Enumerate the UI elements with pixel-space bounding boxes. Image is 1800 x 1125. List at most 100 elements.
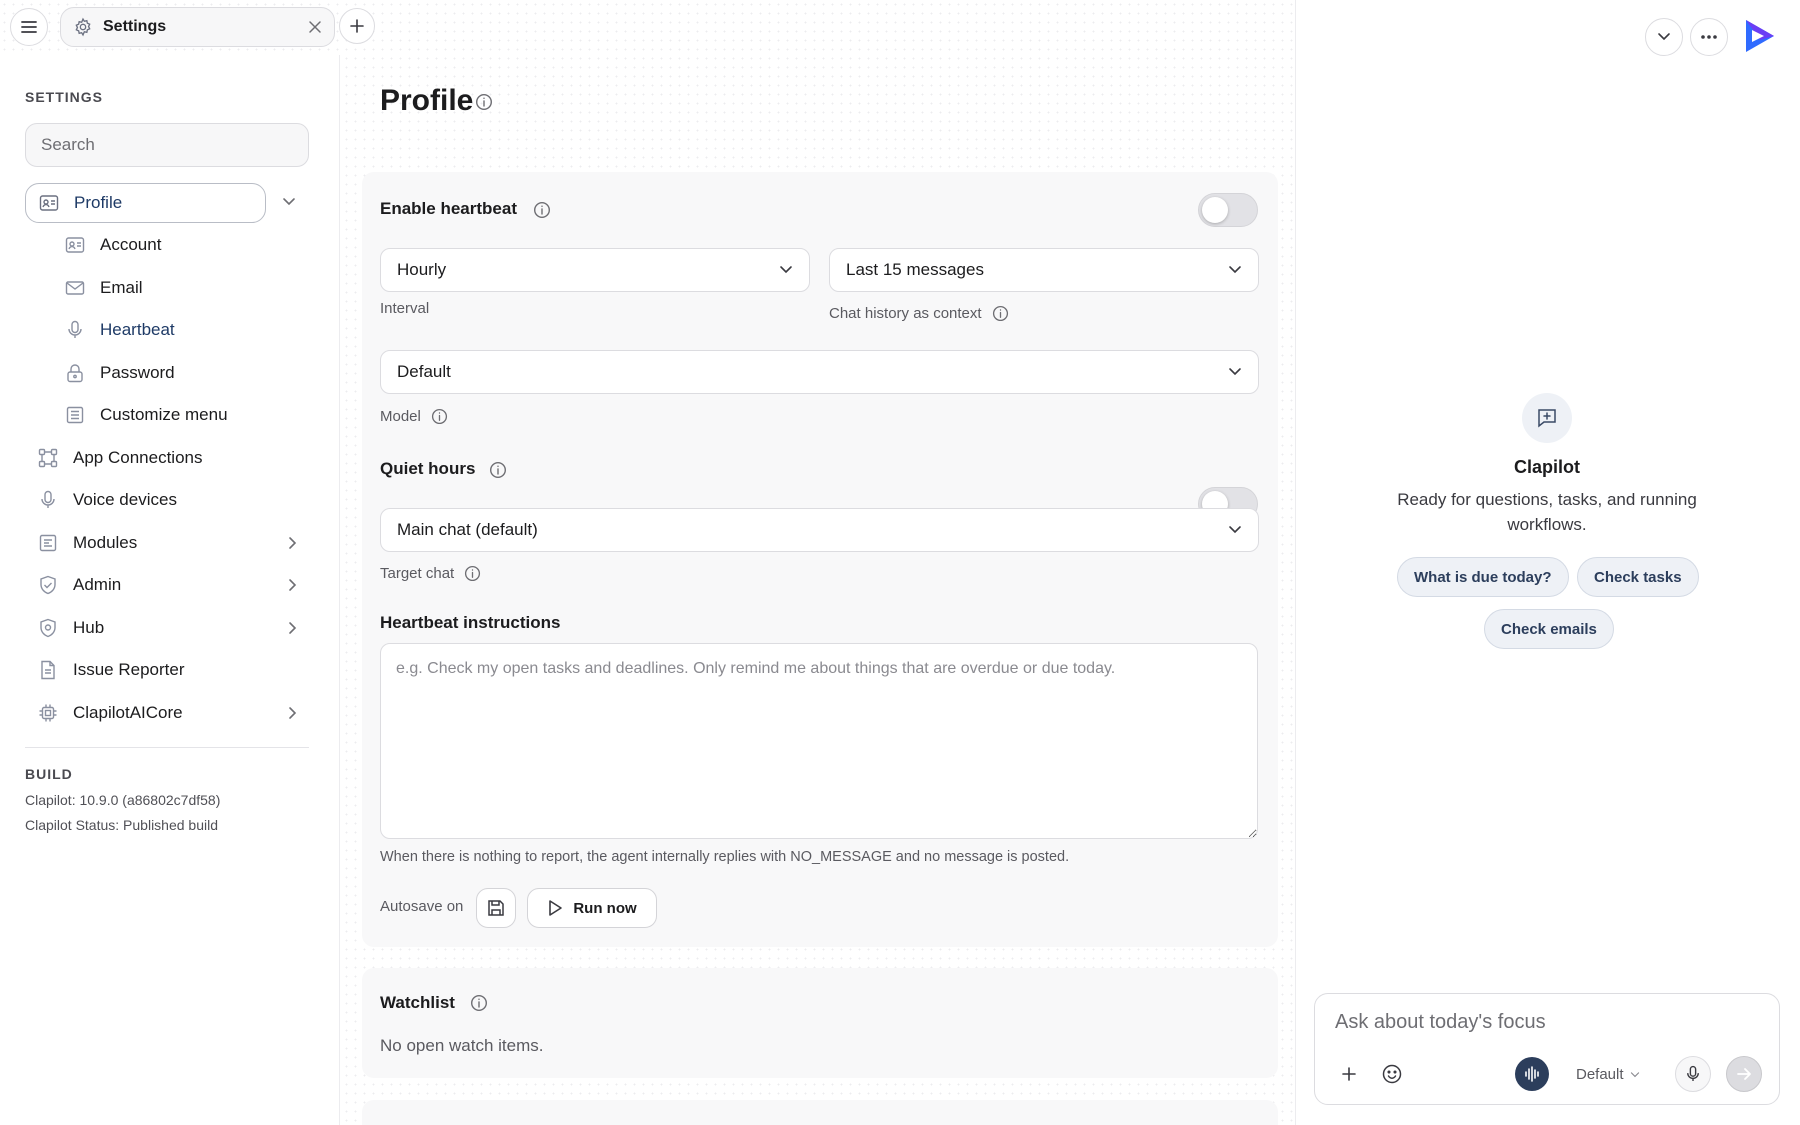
watchlist-title: Watchlist (380, 993, 455, 1012)
target-chat-label-row: Target chat (380, 565, 481, 582)
sidebar-item-label: Heartbeat (100, 320, 175, 339)
next-card (362, 1100, 1278, 1125)
suggestion-chip[interactable]: Check emails (1484, 609, 1614, 649)
run-now-label: Run now (573, 899, 637, 917)
sidebar-item-profile[interactable]: Profile (25, 183, 266, 223)
sidebar-item-label: Voice devices (73, 490, 177, 509)
info-icon[interactable] (992, 305, 1009, 322)
collapse-button[interactable] (1645, 18, 1683, 56)
plus-icon (350, 19, 364, 33)
assistant-tagline: Ready for questions, tasks, and running … (1397, 490, 1697, 534)
chat-history-value: Last 15 messages (846, 260, 984, 279)
model-value: Default (397, 362, 451, 381)
build-status: Clapilot Status: Published build (25, 817, 219, 833)
play-icon (549, 900, 563, 916)
target-chat-label: Target chat (380, 565, 455, 582)
chat-input[interactable] (1335, 1011, 1755, 1034)
sidebar-item-label: Account (100, 235, 162, 254)
quiet-hours-label: Quiet hours (380, 459, 476, 478)
interval-value: Hourly (397, 260, 447, 279)
info-icon[interactable] (470, 994, 488, 1012)
close-icon[interactable] (308, 20, 322, 34)
suggestion-chip[interactable]: Check tasks (1577, 557, 1699, 597)
microphone-icon (37, 489, 59, 511)
sidebar-item-customize-menu[interactable]: Customize menu (64, 395, 228, 435)
suggestion-chip[interactable]: What is due today? (1397, 557, 1569, 597)
document-icon (37, 659, 59, 681)
watchlist-empty: No open watch items. (380, 1036, 544, 1055)
sidebar-item-modules[interactable]: Modules (37, 523, 297, 563)
arrow-right-icon (1737, 1068, 1751, 1080)
info-icon[interactable] (489, 461, 507, 479)
chevron-right-icon (289, 579, 297, 591)
chevron-down-icon (1658, 33, 1670, 41)
chevron-down-icon (1229, 526, 1241, 534)
model-select[interactable]: Default (380, 350, 1259, 394)
send-button[interactable] (1726, 1056, 1762, 1092)
voice-mode-button[interactable] (1515, 1057, 1549, 1091)
model-dropdown-value: Default (1576, 1066, 1624, 1083)
run-now-button[interactable]: Run now (527, 888, 657, 928)
hamburger-icon (21, 21, 37, 33)
sidebar-item-label: Profile (74, 193, 123, 212)
waveform-icon (1525, 1066, 1539, 1082)
watchlist-card (362, 968, 1278, 1078)
assistant-name: Clapilot (1514, 457, 1580, 477)
sidebar-item-email[interactable]: Email (64, 268, 143, 308)
tab-settings[interactable]: Settings (60, 7, 335, 47)
more-button[interactable] (1690, 18, 1728, 56)
sidebar-item-label: Hub (73, 618, 105, 637)
enable-heartbeat-toggle[interactable] (1198, 193, 1258, 227)
chevron-down-icon (1630, 1071, 1639, 1077)
info-icon[interactable] (431, 408, 448, 425)
search-input[interactable] (25, 123, 309, 167)
shield-check-icon (37, 574, 59, 596)
id-card-icon (64, 234, 86, 256)
save-button[interactable] (476, 888, 516, 928)
sidebar-item-issue-reporter[interactable]: Issue Reporter (37, 650, 185, 690)
chat-history-select[interactable]: Last 15 messages (829, 248, 1259, 292)
build-section-title: BUILD (25, 766, 73, 782)
model-dropdown[interactable]: Default (1576, 1066, 1640, 1083)
clapilot-logo-icon (1746, 20, 1774, 52)
info-icon[interactable] (475, 93, 493, 111)
chat-history-label: Chat history as context (829, 305, 982, 322)
chevron-right-icon (289, 622, 297, 634)
mail-icon (64, 277, 86, 299)
microphone-button[interactable] (1675, 1056, 1711, 1092)
new-tab-button[interactable] (339, 8, 375, 44)
interval-select[interactable]: Hourly (380, 248, 810, 292)
build-version: Clapilot: 10.9.0 (a86802c7df58) (25, 792, 221, 808)
info-icon[interactable] (533, 201, 551, 219)
chat-composer: Default (1314, 993, 1780, 1105)
sidebar-item-label: Customize menu (100, 405, 228, 424)
more-horizontal-icon (1701, 35, 1717, 39)
sidebar-item-voice-devices[interactable]: Voice devices (37, 480, 177, 520)
connections-icon (37, 447, 59, 469)
sidebar-item-heartbeat[interactable]: Heartbeat (64, 310, 175, 350)
tab-label: Settings (103, 18, 167, 35)
sidebar-item-account[interactable]: Account (64, 225, 161, 265)
list-icon (64, 404, 86, 426)
sidebar-item-hub[interactable]: Hub (37, 608, 297, 648)
sidebar-item-label: Email (100, 278, 143, 297)
model-label: Model (380, 408, 421, 425)
chevron-down-icon (1229, 266, 1241, 274)
target-chat-select[interactable]: Main chat (default) (380, 508, 1259, 552)
sidebar-item-clapilotaicore[interactable]: ClapilotAICore (37, 693, 297, 733)
heartbeat-instructions-input[interactable] (380, 643, 1258, 839)
new-chat-badge[interactable] (1522, 393, 1572, 443)
emoji-icon[interactable] (1381, 1063, 1403, 1085)
sidebar-item-app-connections[interactable]: App Connections (37, 438, 202, 478)
plus-icon[interactable] (1341, 1066, 1357, 1082)
sidebar-item-label: Password (100, 363, 175, 382)
sidebar-item-password[interactable]: Password (64, 353, 175, 393)
sidebar-item-label: Admin (73, 575, 122, 594)
chevron-right-icon (289, 537, 297, 549)
chevron-down-icon[interactable] (282, 197, 296, 207)
autosave-label: Autosave on (380, 898, 464, 915)
info-icon[interactable] (464, 565, 481, 582)
microphone-icon (64, 319, 86, 341)
menu-button[interactable] (10, 8, 48, 46)
sidebar-item-admin[interactable]: Admin (37, 565, 297, 605)
